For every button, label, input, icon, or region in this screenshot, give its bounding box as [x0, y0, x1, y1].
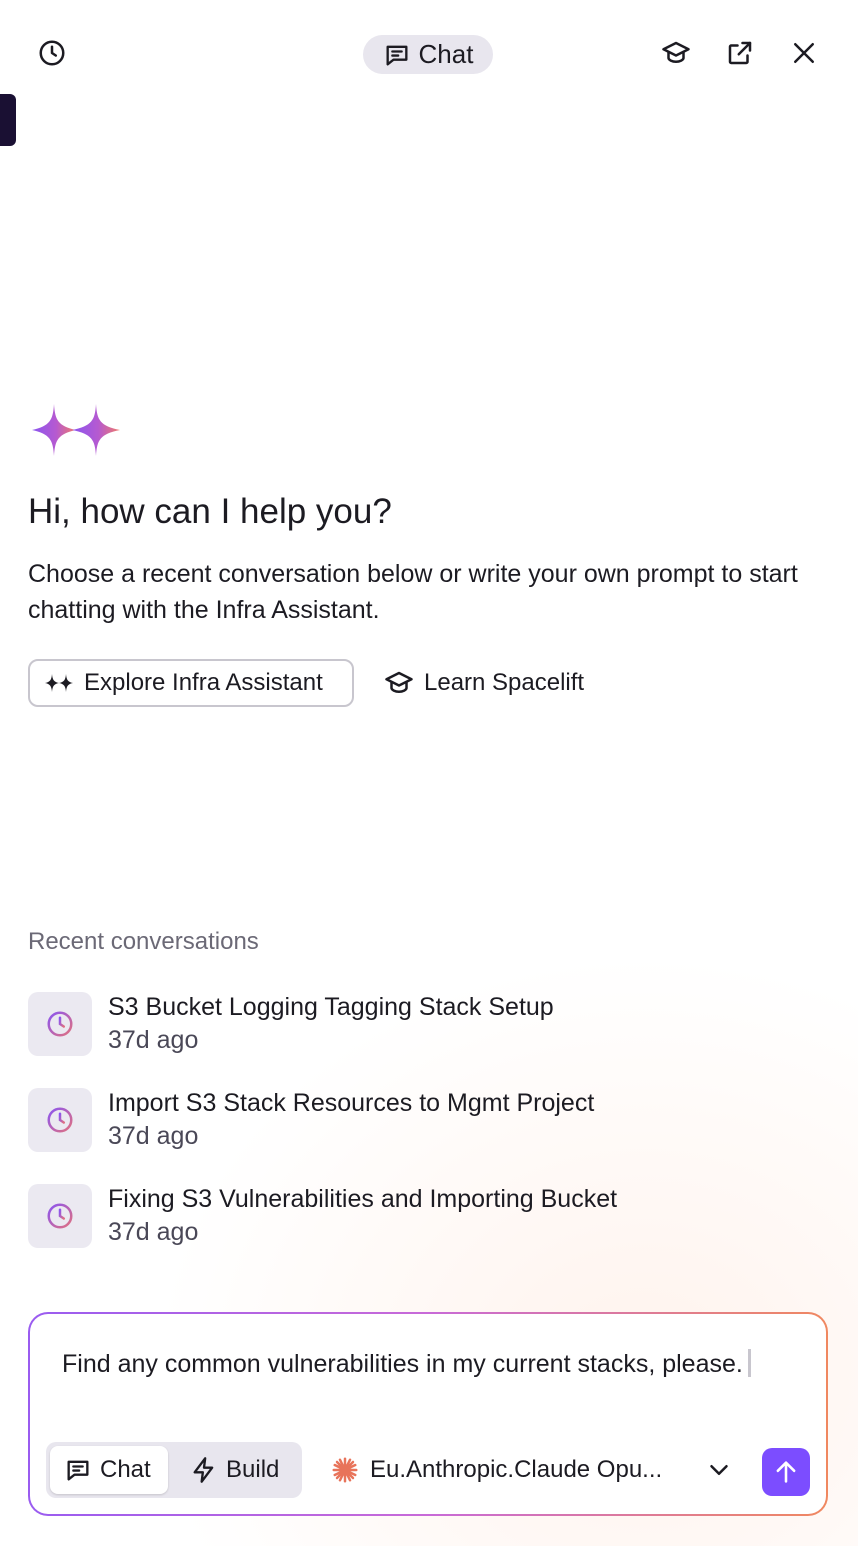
explore-assistant-button[interactable]: Explore Infra Assistant — [28, 659, 354, 707]
mode-label: Chat — [418, 39, 474, 69]
popout-button[interactable] — [718, 31, 762, 75]
conversation-title: Fixing S3 Vulnerabilities and Importing … — [108, 1185, 618, 1213]
conversation-item[interactable]: Fixing S3 Vulnerabilities and Importing … — [28, 1184, 828, 1248]
prompt-input-value: Find any common vulnerabilities in my cu… — [62, 1350, 743, 1378]
model-selector[interactable]: Eu.Anthropic.Claude Opu... — [330, 1442, 740, 1498]
conversation-icon-tile — [28, 992, 92, 1056]
welcome-title: Hi, how can I help you? — [28, 492, 392, 531]
prompt-composer: Find any common vulnerabilities in my cu… — [28, 1312, 828, 1516]
chevron-down-icon — [710, 1465, 728, 1475]
model-label: Eu.Anthropic.Claude Opu... — [370, 1456, 663, 1483]
learn-spacelift-link[interactable]: Learn Spacelift — [384, 659, 584, 707]
clock-icon — [47, 1107, 73, 1133]
close-icon — [794, 43, 814, 63]
learn-label: Learn Spacelift — [424, 669, 585, 696]
external-link-icon — [728, 41, 752, 65]
build-mode-label: Build — [226, 1456, 280, 1483]
graduation-cap-icon — [662, 41, 690, 63]
arrow-up-icon — [776, 1461, 796, 1483]
conversation-time: 37d ago — [108, 1122, 199, 1150]
build-mode-button[interactable]: Build — [176, 1446, 298, 1494]
mode-indicator: Chat — [363, 35, 493, 74]
welcome-subtitle: Choose a recent conversation below or wr… — [28, 560, 798, 624]
learn-button[interactable] — [654, 31, 698, 75]
conversation-title: S3 Bucket Logging Tagging Stack Setup — [108, 993, 554, 1021]
clock-icon — [47, 1203, 73, 1229]
history-button[interactable] — [30, 31, 74, 75]
graduation-cap-icon — [385, 671, 413, 693]
chat-bubble-icon — [386, 45, 408, 65]
conversation-icon-tile — [28, 1184, 92, 1248]
recent-conversations-heading: Recent conversations — [28, 928, 259, 955]
conversation-item[interactable]: S3 Bucket Logging Tagging Stack Setup 37… — [28, 992, 828, 1056]
prompt-input[interactable]: Find any common vulnerabilities in my cu… — [62, 1348, 782, 1380]
text-caret — [747, 1349, 751, 1377]
close-button[interactable] — [782, 31, 826, 75]
conversation-time: 37d ago — [108, 1218, 199, 1246]
sparkle-icon — [45, 674, 73, 692]
send-button[interactable] — [762, 1448, 810, 1496]
top-bar: Chat — [0, 0, 858, 108]
composer-body: Find any common vulnerabilities in my cu… — [30, 1314, 826, 1514]
anthropic-logo-icon — [332, 1457, 358, 1483]
clock-icon — [39, 40, 65, 66]
chat-mode-label: Chat — [100, 1456, 151, 1483]
side-drawer-handle[interactable] — [0, 94, 16, 146]
mode-toggle-group: Chat Build — [46, 1442, 302, 1498]
explore-label: Explore Infra Assistant — [84, 669, 323, 696]
conversation-item[interactable]: Import S3 Stack Resources to Mgmt Projec… — [28, 1088, 828, 1152]
conversation-time: 37d ago — [108, 1026, 199, 1054]
chat-bubble-icon — [67, 1460, 89, 1481]
lightning-icon — [193, 1457, 214, 1483]
sparkle-logo-icon — [32, 404, 120, 456]
chat-mode-button[interactable]: Chat — [50, 1446, 168, 1494]
clock-icon — [47, 1011, 73, 1037]
conversation-icon-tile — [28, 1088, 92, 1152]
conversation-title: Import S3 Stack Resources to Mgmt Projec… — [108, 1089, 595, 1117]
